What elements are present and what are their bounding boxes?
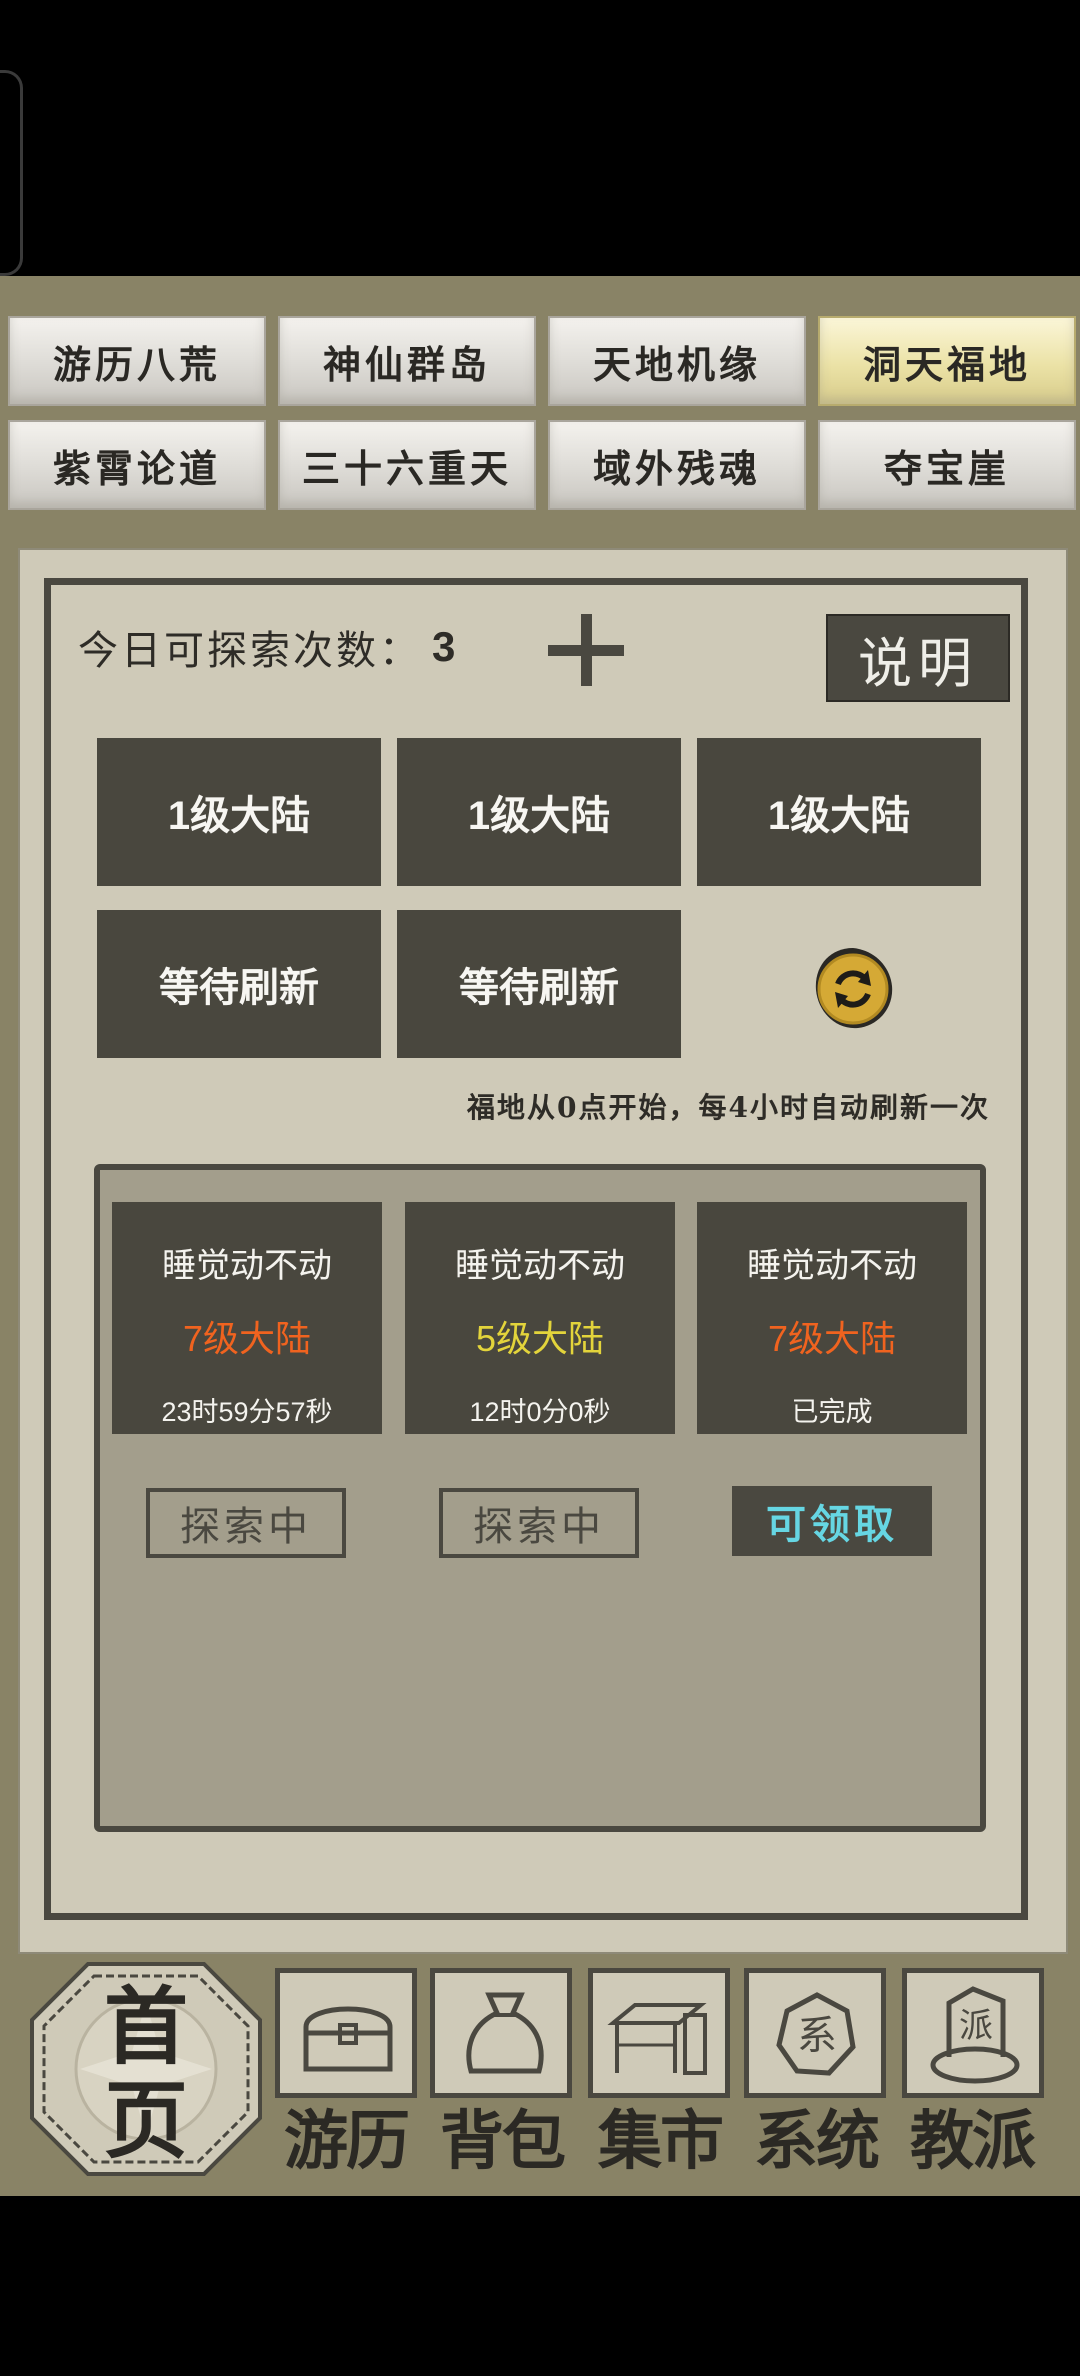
- expedition-name: 睡觉动不动: [162, 1247, 332, 1285]
- nav-home-button[interactable]: 首 页: [30, 1962, 262, 2176]
- explore-count-row: 今日可探索次数： 3: [78, 618, 458, 676]
- expedition-time: 12时0分0秒: [469, 1397, 611, 1427]
- bottom-blank-area: [0, 2196, 1080, 2376]
- sect-seal-icon[interactable]: 派: [902, 1968, 1044, 2098]
- land-slot-2[interactable]: 1级大陆: [397, 738, 681, 886]
- expedition-name: 睡觉动不动: [747, 1247, 917, 1285]
- exploring-status-button-2[interactable]: 探索中: [439, 1488, 639, 1558]
- nav-label-beibao[interactable]: 背包: [424, 2092, 580, 2180]
- tab-zixiao-lundao[interactable]: 紫霄论道: [8, 420, 266, 510]
- land-slot-3[interactable]: 1级大陆: [697, 738, 981, 886]
- expedition-name: 睡觉动不动: [455, 1247, 625, 1285]
- system-seal-icon[interactable]: 系: [744, 1968, 886, 2098]
- screen-corner-outline: [0, 70, 23, 276]
- chest-icon[interactable]: [275, 1968, 417, 2098]
- tab-youli-bahuang[interactable]: 游历八荒: [8, 316, 266, 406]
- sect-seal-text: 派: [959, 2006, 993, 2046]
- nav-label-jiaopai[interactable]: 教派: [894, 2092, 1050, 2180]
- nav-label-jishi[interactable]: 集市: [582, 2092, 738, 2180]
- nav-label-xitong[interactable]: 系统: [738, 2092, 894, 2180]
- expedition-time: 已完成: [791, 1397, 873, 1427]
- refresh-note: 福地从0点开始，每4小时自动刷新一次: [467, 1091, 990, 1124]
- nav-home-label-bottom: 页: [103, 2070, 188, 2170]
- explore-count-label: 今日可探索次数：: [78, 628, 422, 674]
- system-seal-text: 系: [797, 2013, 837, 2059]
- expedition-card-1[interactable]: 睡觉动不动 7级大陆 23时59分57秒: [112, 1202, 382, 1434]
- exploring-status-button-1[interactable]: 探索中: [146, 1488, 346, 1558]
- add-explore-count-button[interactable]: [548, 614, 628, 686]
- land-slot-5[interactable]: 等待刷新: [397, 910, 681, 1058]
- market-stall-icon[interactable]: [588, 1968, 730, 2098]
- nav-label-youli[interactable]: 游历: [268, 2092, 424, 2180]
- bag-icon[interactable]: [430, 1968, 572, 2098]
- land-slot-1[interactable]: 1级大陆: [97, 738, 381, 886]
- status-bar-area: [0, 0, 1080, 276]
- expedition-card-2[interactable]: 睡觉动不动 5级大陆 12时0分0秒: [405, 1202, 675, 1434]
- expedition-level: 5级大陆: [475, 1318, 605, 1359]
- explore-count-value: 3: [432, 623, 459, 670]
- tab-tiandi-jiyuan[interactable]: 天地机缘: [548, 316, 806, 406]
- tab-dongtian-fudi[interactable]: 洞天福地: [818, 316, 1076, 406]
- tab-yuwai-canhun[interactable]: 域外残魂: [548, 420, 806, 510]
- claim-reward-button[interactable]: 可领取: [732, 1486, 932, 1556]
- expedition-card-3[interactable]: 睡觉动不动 7级大陆 已完成: [697, 1202, 967, 1434]
- tab-duobao-ya[interactable]: 夺宝崖: [818, 420, 1076, 510]
- land-slot-4[interactable]: 等待刷新: [97, 910, 381, 1058]
- help-button[interactable]: 说明: [826, 614, 1010, 702]
- expedition-time: 23时59分57秒: [161, 1397, 333, 1427]
- expedition-level: 7级大陆: [182, 1318, 312, 1359]
- refresh-icon[interactable]: [808, 944, 898, 1034]
- tab-sanshiliu-chongtian[interactable]: 三十六重天: [278, 420, 536, 510]
- tab-shenxian-qundao[interactable]: 神仙群岛: [278, 316, 536, 406]
- expedition-level: 7级大陆: [767, 1318, 897, 1359]
